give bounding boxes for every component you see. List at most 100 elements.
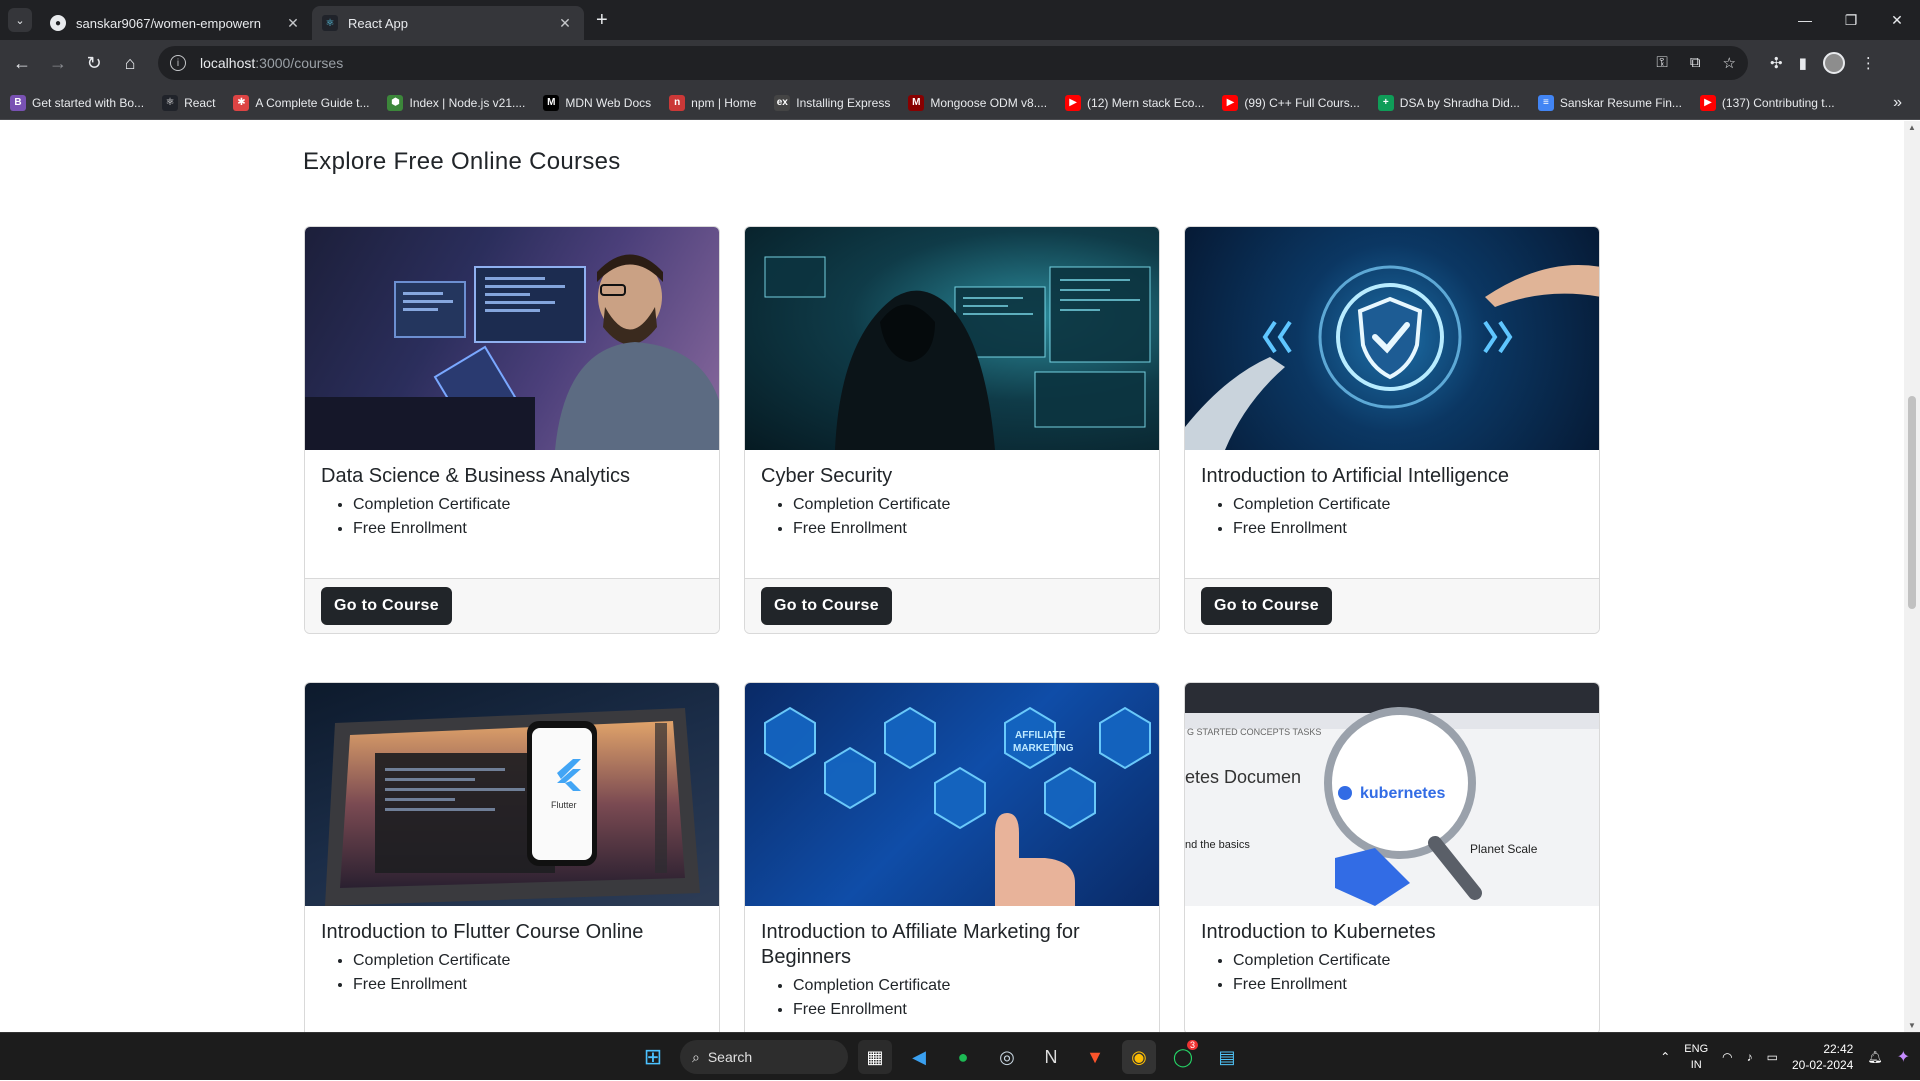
bookmark-label: (137) Contributing t... (1721, 95, 1835, 110)
kubernetes-illustration: G STARTED CONCEPTS TASKS etes Documen nd… (1185, 683, 1599, 906)
course-features: Completion Certificate Free Enrollment (321, 493, 703, 541)
spotify-icon[interactable]: ● (946, 1040, 980, 1074)
extensions-icon[interactable]: ✣ (1770, 54, 1783, 72)
clock-time: 22:42 (1823, 1042, 1854, 1056)
search-icon: ⌕ (692, 1048, 700, 1065)
bookmark-label: React (184, 95, 216, 110)
clock-date: 20-02-2024 (1791, 1058, 1854, 1072)
bookmark-star-icon[interactable]: ☆ (1723, 54, 1736, 72)
language-indicator[interactable]: ENG IN (1684, 1041, 1708, 1073)
reload-icon[interactable]: ↻ (76, 45, 112, 81)
bookmark-item[interactable]: ▶ (137) Contributing t... (1699, 94, 1835, 111)
svg-text:Flutter: Flutter (551, 800, 577, 810)
tab-search-button[interactable]: ⌄ (8, 8, 32, 32)
course-title: Data Science & Business Analytics (321, 465, 631, 487)
bookmark-item[interactable]: + DSA by Shradha Did... (1377, 94, 1520, 111)
youtube-icon: ▶ (1065, 94, 1082, 111)
address-bar[interactable]: i localhost:3000/courses ⚿ ⧉ ☆ (158, 46, 1748, 80)
go-to-course-button[interactable]: Go to Course (761, 587, 892, 625)
course-features: Completion Certificate Free Enrollment (761, 493, 1143, 541)
chevron-up-icon[interactable]: ⌃ (1660, 1050, 1670, 1064)
react-icon: ⚛ (322, 15, 338, 31)
flutter-illustration: Flutter (325, 708, 700, 906)
svg-text:MARKETING: MARKETING (1013, 743, 1074, 754)
whatsapp-icon[interactable]: ◯ 3 (1166, 1040, 1200, 1074)
close-icon[interactable]: ✕ (556, 15, 574, 32)
card-footer: Go to Course (305, 578, 719, 633)
sheets-icon: + (1377, 94, 1394, 111)
scroll-up-icon[interactable]: ▲ (1908, 123, 1916, 132)
bookmark-item[interactable]: ⬢ Index | Node.js v21.... (387, 94, 526, 111)
store-icon[interactable]: ▦ (858, 1040, 892, 1074)
close-icon[interactable]: ✕ (284, 15, 302, 32)
copilot-icon[interactable]: ✦ (1897, 1047, 1910, 1067)
card-footer: Go to Course (1185, 578, 1599, 633)
home-icon[interactable]: ⌂ (112, 45, 148, 81)
bookmark-item[interactable]: n npm | Home (669, 94, 756, 111)
side-panel-icon[interactable]: ▮ (1799, 54, 1807, 72)
course-feature: Completion Certificate (1233, 949, 1583, 973)
course-title: Cyber Security (761, 465, 893, 487)
course-feature: Completion Certificate (793, 493, 1143, 517)
youtube-icon: ▶ (1699, 94, 1716, 111)
more-bookmarks-icon[interactable]: » (1893, 94, 1902, 112)
install-app-icon[interactable]: ⧉ (1690, 54, 1701, 72)
bookmark-item[interactable]: ≡ Sanskar Resume Fin... (1537, 94, 1682, 111)
course-feature: Free Enrollment (353, 517, 703, 541)
steam-icon[interactable]: ◎ (990, 1040, 1024, 1074)
profile-avatar[interactable] (1822, 52, 1845, 74)
new-tab-button[interactable]: + (596, 9, 608, 32)
vscode-icon[interactable]: ◀ (902, 1040, 936, 1074)
restore-icon[interactable]: ❐ (1828, 0, 1874, 40)
password-key-icon[interactable]: ⚿ (1656, 54, 1667, 72)
course-feature: Free Enrollment (1233, 973, 1583, 997)
minimize-icon[interactable]: — (1782, 0, 1828, 40)
course-card: G STARTED CONCEPTS TASKS etes Documen nd… (1184, 682, 1600, 1032)
mongoose-icon: M (908, 94, 925, 111)
notification-bell-icon[interactable]: 🔔︎ (1867, 1050, 1882, 1064)
battery-icon[interactable]: ▭ (1767, 1050, 1778, 1064)
bookmark-item[interactable]: B Get started with Bo... (10, 94, 144, 111)
course-feature: Free Enrollment (1233, 517, 1583, 541)
bookmark-item[interactable]: M MDN Web Docs (543, 94, 651, 111)
course-feature: Completion Certificate (1233, 493, 1583, 517)
brave-icon[interactable]: ▼ (1078, 1040, 1112, 1074)
site-info-icon[interactable]: i (170, 55, 186, 71)
scroll-down-icon[interactable]: ▼ (1908, 1021, 1916, 1030)
url-host: localhost (200, 55, 256, 71)
course-features: Completion Certificate Free Enrollment (321, 949, 703, 997)
notepad-icon[interactable]: ▤ (1210, 1040, 1244, 1074)
bookmark-item[interactable]: ⚛ React (162, 94, 216, 111)
bookmarks-bar: B Get started with Bo... ⚛ React ✱ A Complete… (0, 86, 1920, 120)
wifi-icon[interactable]: ◠ (1722, 1050, 1732, 1064)
bookmark-item[interactable]: ex Installing Express (774, 94, 890, 111)
bookmark-item[interactable]: M Mongoose ODM v8.... (908, 94, 1047, 111)
bookmark-item[interactable]: ▶ (99) C++ Full Cours... (1222, 94, 1360, 111)
taskbar-search[interactable]: ⌕ Search (680, 1040, 848, 1074)
bookmark-label: Index | Node.js v21.... (409, 95, 526, 110)
scrollbar-thumb[interactable] (1908, 396, 1916, 609)
go-to-course-button[interactable]: Go to Course (321, 587, 452, 625)
url-path: :3000/courses (255, 55, 344, 71)
developer-illustration (305, 254, 719, 450)
volume-icon[interactable]: ♪ (1747, 1050, 1753, 1064)
chrome-icon[interactable]: ◉ (1122, 1040, 1156, 1074)
bookmark-label: (12) Mern stack Eco... (1087, 95, 1205, 110)
close-window-icon[interactable]: ✕ (1874, 0, 1920, 40)
tab-github[interactable]: ● sanskar9067/women-empowern ✕ (40, 6, 312, 40)
back-icon[interactable]: ← (4, 45, 40, 81)
page-scrollbar[interactable]: ▲ ▼ (1904, 121, 1920, 1032)
notion-icon[interactable]: N (1034, 1040, 1068, 1074)
bookmark-item[interactable]: ▶ (12) Mern stack Eco... (1065, 94, 1205, 111)
bookmark-item[interactable]: ✱ A Complete Guide t... (233, 94, 369, 111)
clock[interactable]: 22:42 20-02-2024 (1792, 1041, 1853, 1073)
svg-text:etes Documen: etes Documen (1185, 767, 1301, 787)
windows-start-icon[interactable]: ⊞ (636, 1040, 670, 1074)
tab-react-app[interactable]: ⚛ React App ✕ (312, 6, 584, 40)
system-tray: ⌃ ENG IN ◠ ♪ ▭ 22:42 20-02-2024 🔔︎ ✦ (1660, 1033, 1910, 1081)
svg-text:Planet Scale: Planet Scale (1470, 842, 1538, 856)
course-image-ai-shield (1185, 227, 1599, 450)
menu-kebab-icon[interactable]: ⋮ (1861, 54, 1876, 72)
forward-icon[interactable]: → (40, 45, 76, 81)
go-to-course-button[interactable]: Go to Course (1201, 587, 1332, 625)
